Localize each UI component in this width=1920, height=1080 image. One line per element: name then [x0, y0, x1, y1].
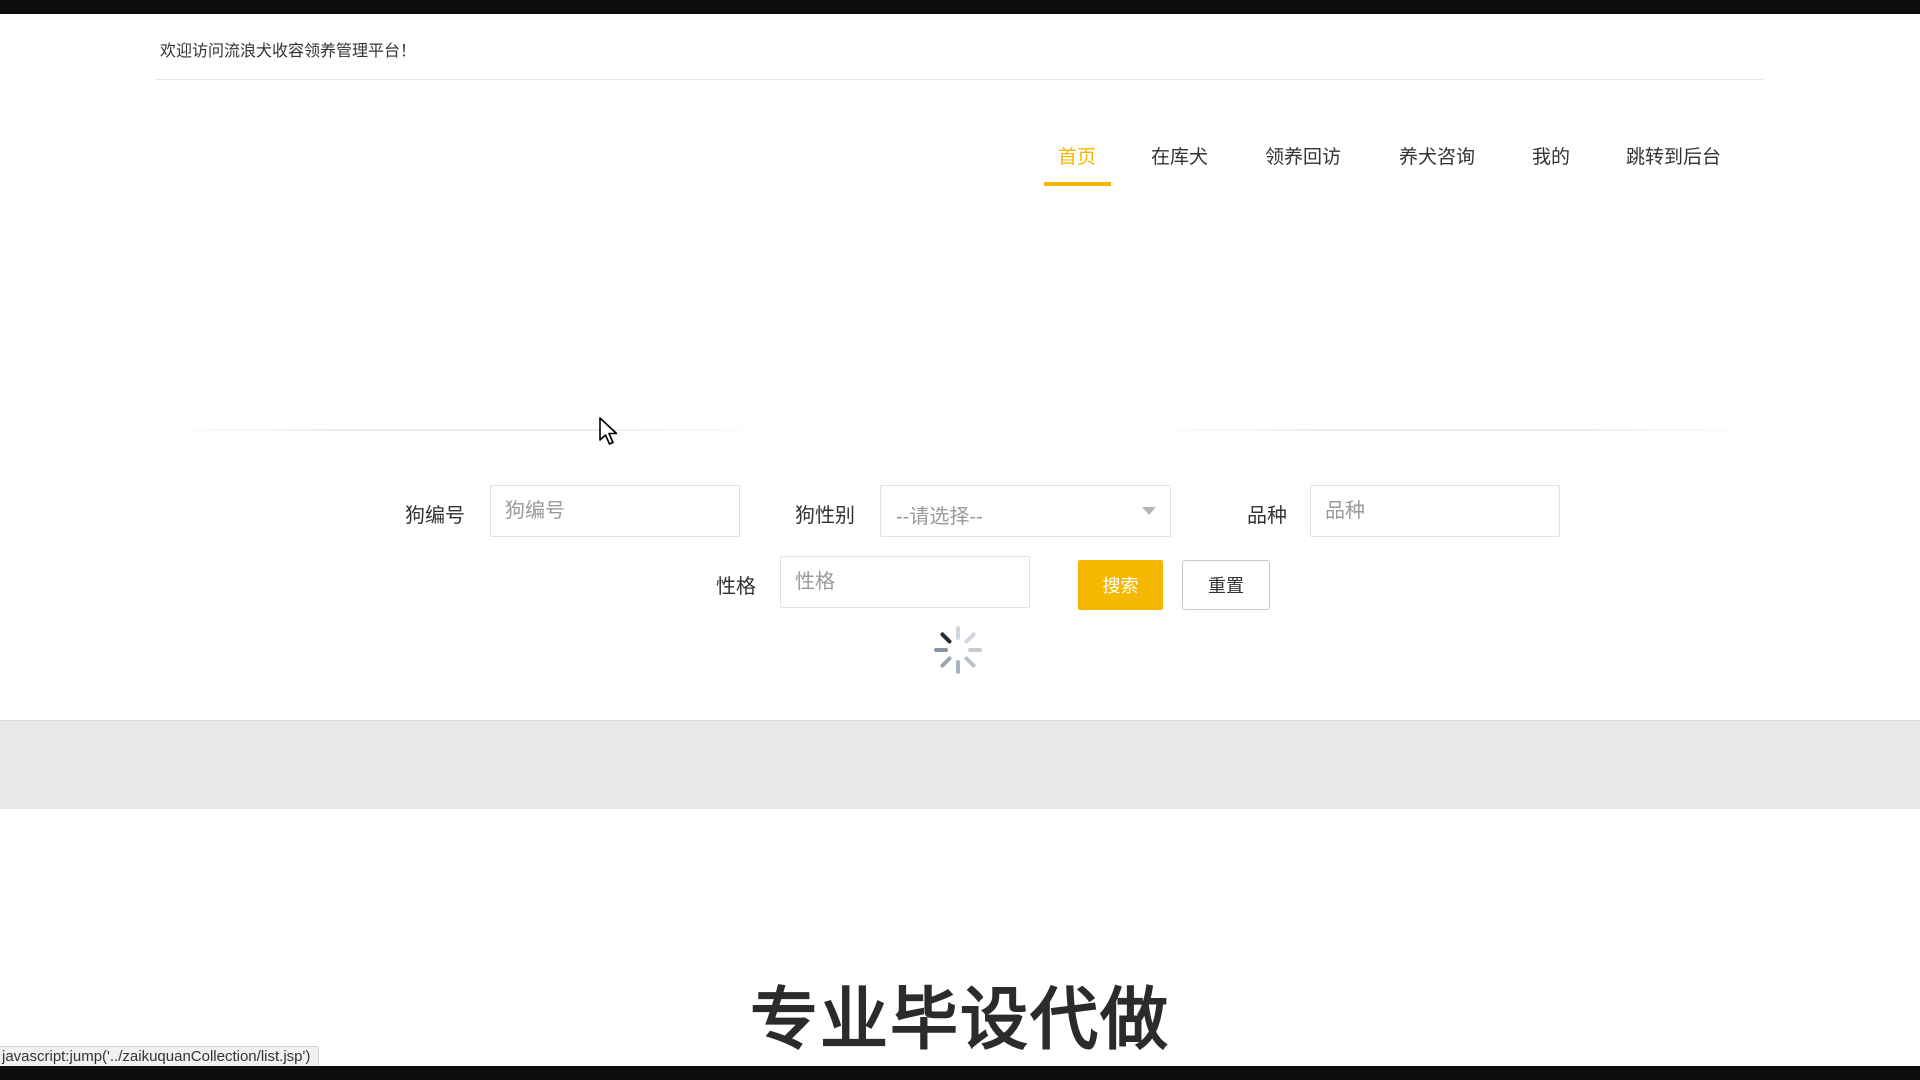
temperament-input[interactable] — [780, 556, 1030, 608]
status-bar-url: javascript:jump('../zaikuquanCollection/… — [0, 1046, 320, 1067]
breed-input[interactable] — [1310, 485, 1560, 537]
nav-item-dogs-in-stock[interactable]: 在库犬 — [1151, 142, 1208, 169]
footer-band — [0, 720, 1920, 809]
nav-item-admin[interactable]: 跳转到后台 — [1626, 142, 1721, 169]
nav-item-dog-consult[interactable]: 养犬咨询 — [1399, 142, 1475, 169]
search-button[interactable]: 搜索 — [1078, 560, 1163, 610]
nav-active-indicator — [1044, 182, 1111, 186]
window-top-bar — [0, 0, 1920, 14]
nav-item-adoption-visit[interactable]: 领养回访 — [1265, 142, 1341, 169]
mouse-cursor-icon — [599, 417, 618, 445]
section-divider-right — [1140, 429, 1762, 431]
loading-spinner-icon — [934, 626, 982, 674]
temperament-label: 性格 — [716, 576, 756, 598]
dog-number-label: 狗编号 — [405, 505, 465, 527]
dog-gender-selected: --请选择-- — [896, 506, 983, 528]
nav-item-home[interactable]: 首页 — [1058, 142, 1096, 169]
chevron-down-icon — [1142, 507, 1156, 515]
welcome-text: 欢迎访问流浪犬收容领养管理平台！ — [160, 43, 417, 60]
main-nav: 首页 在库犬 领养回访 养犬咨询 我的 跳转到后台 — [0, 142, 1920, 192]
dog-gender-label: 狗性别 — [795, 505, 855, 527]
dog-gender-select[interactable]: --请选择-- — [880, 485, 1171, 537]
reset-button[interactable]: 重置 — [1182, 560, 1270, 610]
breed-label: 品种 — [1247, 505, 1287, 527]
nav-item-mine[interactable]: 我的 — [1532, 142, 1570, 169]
dog-number-input[interactable] — [490, 485, 740, 537]
section-divider-left — [155, 429, 775, 431]
window-bottom-bar — [0, 1066, 1920, 1080]
header-divider — [155, 79, 1763, 80]
